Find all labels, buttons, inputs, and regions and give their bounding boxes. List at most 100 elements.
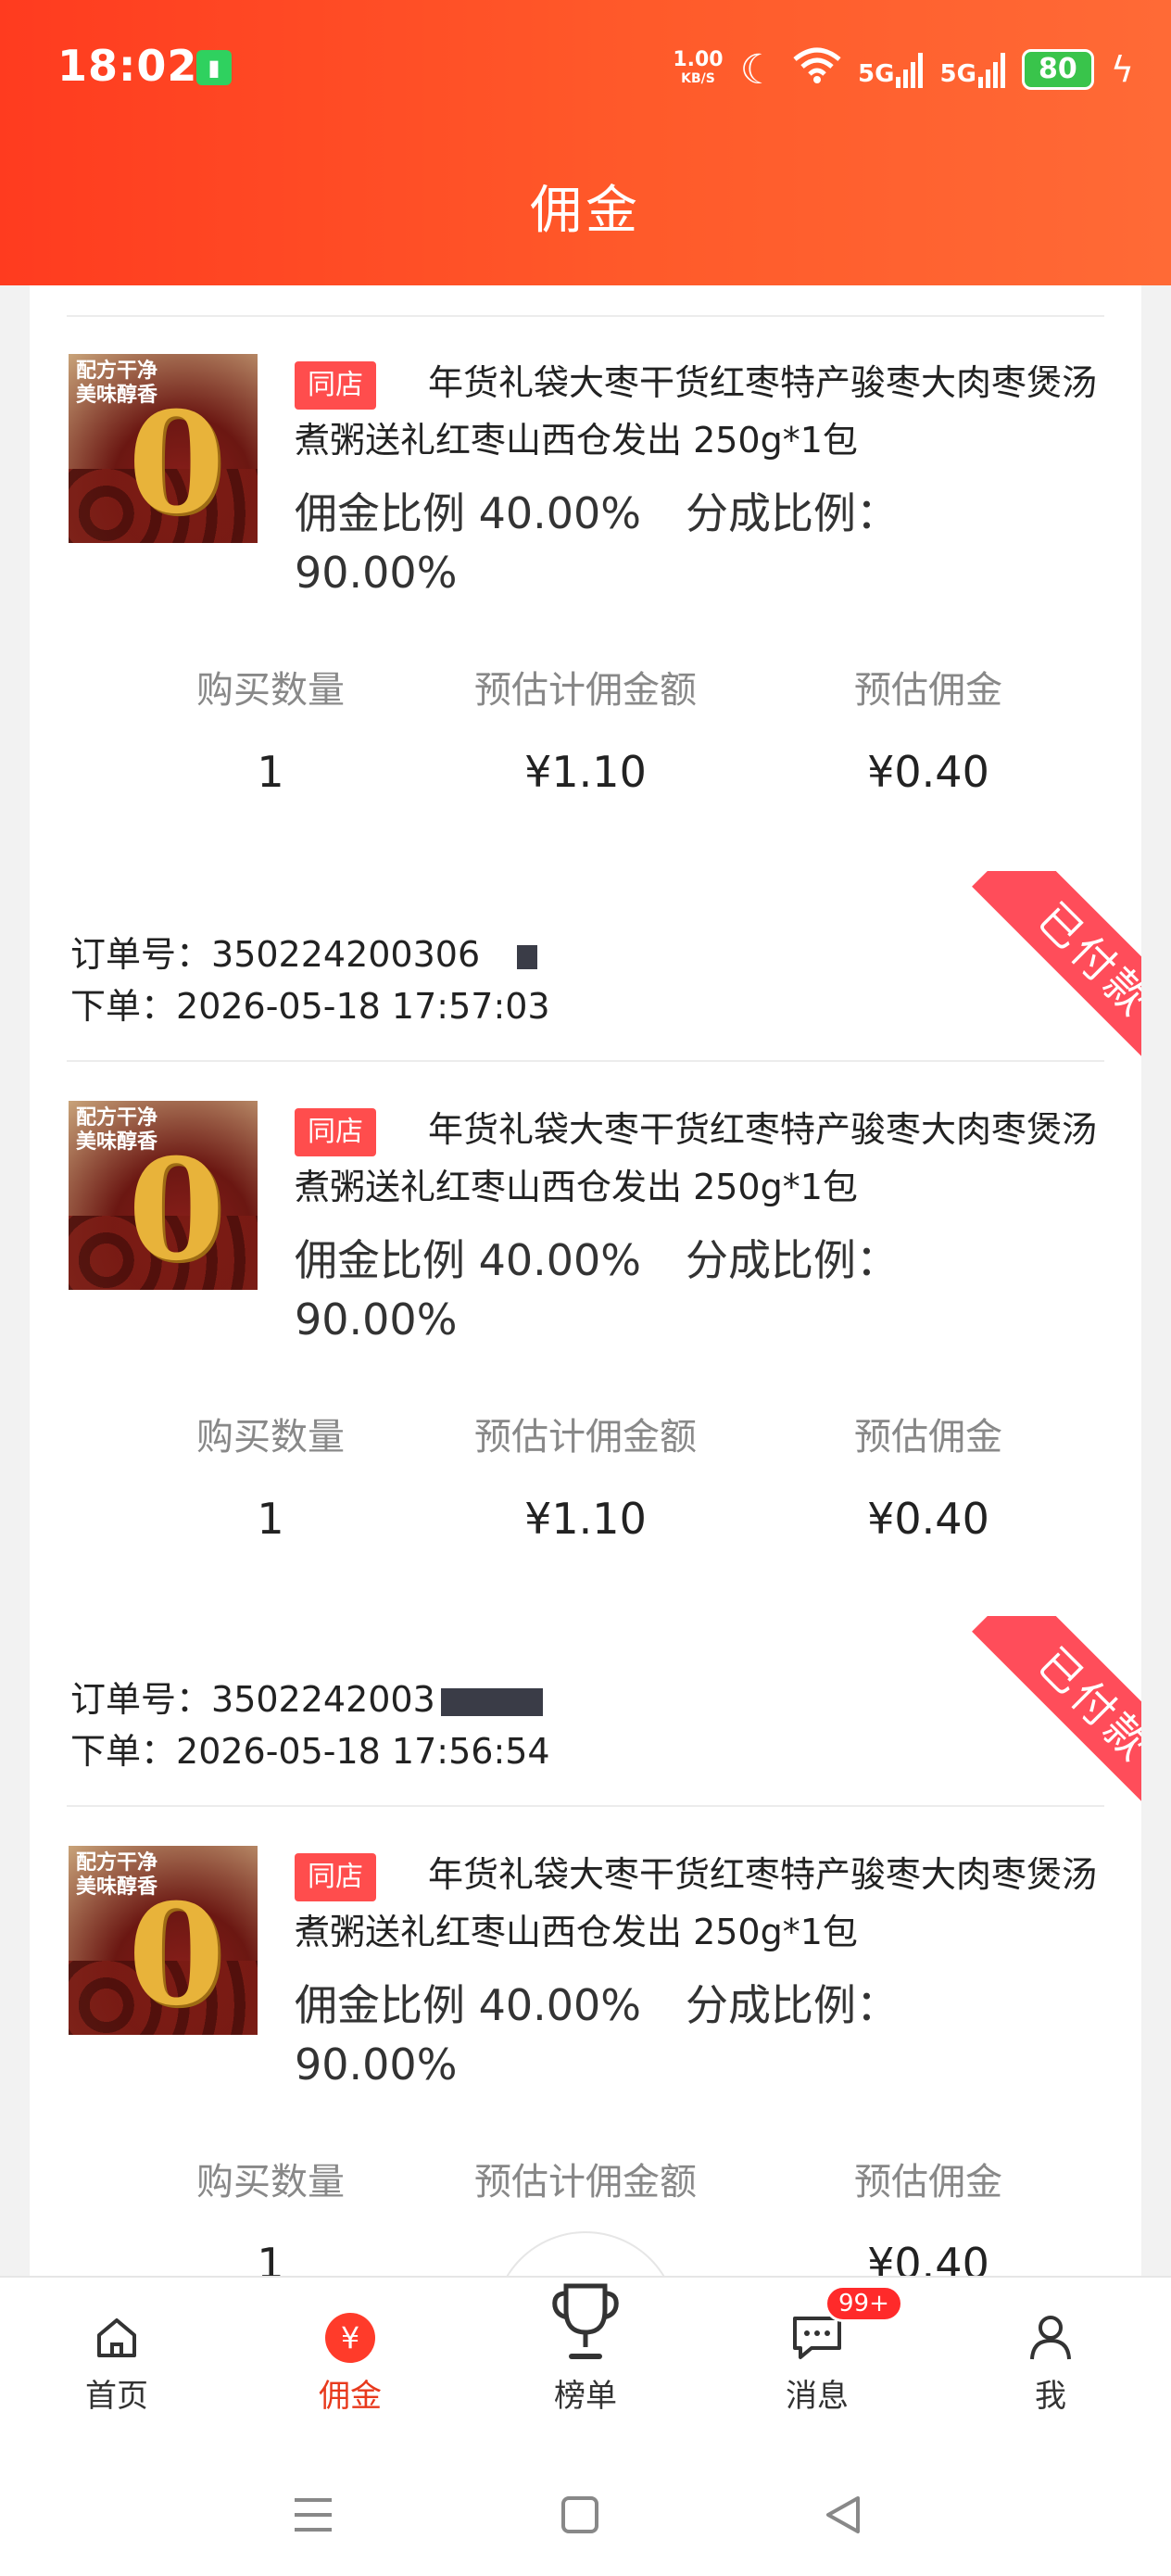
commission-ratio: 佣金比例 40.00% 分成比例：90.00%	[295, 484, 999, 602]
status-time: 18:02	[57, 41, 198, 91]
commission-ratio-text: 佣金比例 40.00%	[295, 1980, 642, 2030]
charging-bolt-icon: ϟ	[1110, 49, 1134, 90]
stat-estimated-amount: 预估计佣金额 ¥1.10	[433, 660, 738, 797]
order-time: 2026-05-18 17:56:54	[176, 1731, 550, 1772]
message-icon: 99+	[743, 2285, 903, 2370]
app-header: 18:02 ▮ 1.00 KB/S ☾ 5G 5G 80 ϟ 佣金	[0, 0, 1171, 285]
commission-ratio: 佣金比例 40.00% 分成比例：90.00%	[295, 1976, 999, 2094]
status-ribbon: 已付款	[938, 1616, 1141, 1820]
stat-label: 预估计佣金额	[474, 669, 697, 712]
commission-ratio: 佣金比例 40.00% 分成比例：90.00%	[295, 1231, 999, 1349]
product-title[interactable]: 年货礼袋大枣干货红枣特产骏枣大肉枣煲汤煮粥送礼红枣山西仓发出 250g*1包	[295, 1846, 1128, 1961]
product-image-digit: 0	[128, 382, 225, 543]
stat-value: ¥1.10	[524, 1494, 647, 1544]
stat-label: 预估佣金	[854, 669, 1002, 712]
menu-icon[interactable]	[291, 2494, 335, 2539]
nav-ranking-label: 榜单	[554, 2378, 617, 2415]
message-count-badge: 99+	[825, 2285, 903, 2322]
status-ribbon: 已付款	[938, 871, 1141, 1075]
stat-quantity: 购买数量 1	[118, 2152, 423, 2276]
nav-commission-label: 佣金	[319, 2378, 382, 2415]
product-image-caption-1: 配方干净	[76, 1106, 158, 1130]
order-time-label: 下单：	[70, 986, 177, 1027]
order-no[interactable]: 350224200306	[211, 934, 480, 975]
nav-me[interactable]: 我	[976, 2305, 1125, 2416]
order-meta: 订单号：3502242003 下单：2026-05-18 17:56:54	[70, 1673, 550, 1777]
order-meta: 订单号：350224200306 下单：2026-05-18 17:57:03	[70, 928, 550, 1032]
stat-label: 预估计佣金额	[474, 2161, 697, 2203]
commission-ratio-text: 佣金比例 40.00%	[295, 1235, 642, 1285]
product-image-digit: 0	[128, 1129, 225, 1290]
stat-value: 1	[257, 1494, 284, 1544]
stat-estimated-amount: 预估计佣金额 ¥1.10	[433, 1407, 738, 1544]
nav-commission[interactable]: ¥ 佣金	[276, 2305, 424, 2416]
net-speed-unit: KB/S	[681, 71, 715, 86]
product-title[interactable]: 年货礼袋大枣干货红枣特产骏枣大肉枣煲汤煮粥送礼红枣山西仓发出 250g*1包	[295, 354, 1128, 469]
stat-estimated-amount: 预估计佣金额	[433, 2152, 738, 2239]
product-title[interactable]: 年货礼袋大枣干货红枣特产骏枣大肉枣煲汤煮粥送礼红枣山西仓发出 250g*1包	[295, 1101, 1128, 1216]
order-list[interactable]: 配方干净 美味醇香 0 同店 年货礼袋大枣干货红枣特产骏枣大肉枣煲汤煮粥送礼红枣山…	[30, 285, 1141, 2276]
order-time: 2026-05-18 17:57:03	[176, 986, 550, 1027]
stat-quantity: 购买数量 1	[118, 1407, 423, 1544]
stat-estimated-commission: 预估佣金 ¥0.40	[775, 1407, 1081, 1544]
signal-label-1: 5G	[858, 60, 895, 88]
order-no-label: 订单号：	[70, 1679, 212, 1720]
stat-label: 购买数量	[196, 2161, 345, 2203]
charging-icon: ▮	[196, 50, 232, 85]
stat-label: 预估佣金	[854, 1416, 1002, 1458]
home-icon	[43, 2305, 191, 2370]
signal-label-2: 5G	[939, 60, 976, 88]
stat-estimated-commission: 预估佣金 ¥0.40	[775, 2152, 1081, 2276]
stat-value: ¥0.40	[867, 747, 989, 797]
status-bar: 18:02 ▮ 1.00 KB/S ☾ 5G 5G 80 ϟ	[0, 28, 1171, 111]
stat-quantity: 购买数量 1	[118, 660, 423, 797]
system-nav-bar	[0, 2461, 1171, 2576]
divider	[67, 315, 1104, 317]
nav-messages-label: 消息	[786, 2378, 849, 2415]
nav-me-label: 我	[1035, 2378, 1066, 2415]
product-image[interactable]: 配方干净 美味醇香 0	[69, 1846, 258, 2035]
product-image[interactable]: 配方干净 美味醇香 0	[69, 1101, 258, 1290]
stat-value: ¥0.40	[867, 2239, 989, 2276]
battery-icon: 80	[1021, 49, 1094, 90]
stat-label: 预估计佣金额	[474, 1416, 697, 1458]
signal-icon-2: 5G	[939, 51, 1005, 88]
product-image-caption-1: 配方干净	[76, 360, 158, 383]
product-image[interactable]: 配方干净 美味醇香 0	[69, 354, 258, 543]
net-speed: 1.00 KB/S	[673, 48, 724, 88]
stat-value: ¥1.10	[524, 747, 647, 797]
stat-value: ¥0.40	[867, 1494, 989, 1544]
status-ribbon-text: 已付款	[972, 1616, 1141, 1820]
stat-value: 1	[257, 2239, 284, 2276]
status-ribbon-text: 已付款	[972, 871, 1141, 1075]
nav-ranking[interactable]: 榜单	[511, 2270, 660, 2416]
commission-ratio-text: 佣金比例 40.00%	[295, 488, 642, 538]
stat-label: 购买数量	[196, 1416, 345, 1458]
nav-home[interactable]: 首页	[43, 2305, 191, 2416]
order-time-label: 下单：	[70, 1731, 177, 1772]
stat-label: 预估佣金	[854, 2161, 1002, 2203]
stat-value: 1	[257, 747, 284, 797]
signal-icon-1: 5G	[858, 51, 924, 88]
nav-messages[interactable]: 99+ 消息	[743, 2285, 903, 2416]
redaction-mask	[440, 1687, 543, 1716]
redaction-mask	[517, 944, 538, 969]
order-no[interactable]: 3502242003	[211, 1679, 435, 1720]
page-title: 佣金	[530, 181, 641, 241]
back-icon[interactable]	[823, 2494, 863, 2539]
product-image-digit: 0	[128, 1874, 225, 2035]
yen-icon: ¥	[276, 2305, 424, 2370]
stat-estimated-commission: 预估佣金 ¥0.40	[775, 660, 1081, 797]
home-square-icon[interactable]	[560, 2494, 600, 2539]
do-not-disturb-icon: ☾	[739, 45, 777, 94]
net-speed-value: 1.00	[673, 48, 724, 71]
status-icons: 1.00 KB/S ☾ 5G 5G 80 ϟ	[673, 37, 1134, 102]
stat-label: 购买数量	[196, 669, 345, 712]
wifi-icon	[793, 46, 841, 93]
user-icon	[976, 2305, 1125, 2370]
nav-home-label: 首页	[85, 2378, 148, 2415]
trophy-icon	[511, 2270, 660, 2370]
order-no-label: 订单号：	[70, 934, 212, 975]
product-image-caption-1: 配方干净	[76, 1851, 158, 1875]
bottom-nav: 首页 ¥ 佣金 榜单 99+ 消息 我	[0, 2276, 1171, 2461]
